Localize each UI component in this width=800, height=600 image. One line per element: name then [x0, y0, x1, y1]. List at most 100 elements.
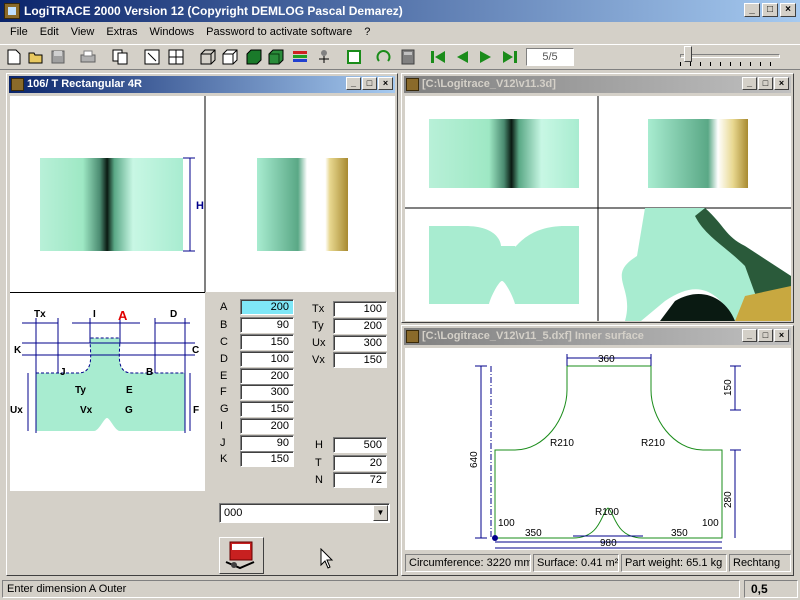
app-title-bar[interactable]: LogiTRACE 2000 Version 12 (Copyright DEM…	[0, 0, 800, 22]
generate-button[interactable]	[219, 537, 264, 574]
chevron-down-icon[interactable]: ▼	[373, 505, 388, 521]
param-label-e: E	[220, 370, 228, 382]
param-input-h[interactable]: 500	[333, 437, 387, 453]
copy-icon[interactable]	[110, 47, 130, 67]
dim-top: 360	[598, 354, 615, 365]
param-input-a[interactable]: 200	[240, 299, 294, 315]
param-label-h: H	[315, 439, 323, 451]
four-view-icon[interactable]	[166, 47, 186, 67]
param-input-f[interactable]: 300	[240, 384, 294, 400]
param-input-d[interactable]: 100	[240, 351, 294, 367]
zoom-slider[interactable]	[680, 46, 780, 66]
color-layers-icon[interactable]	[290, 47, 310, 67]
param-label-ux: Ux	[312, 337, 326, 349]
window-3d-close-button[interactable]: ×	[774, 77, 789, 90]
param-input-ux[interactable]: 300	[333, 335, 387, 351]
close-button[interactable]: ×	[780, 3, 796, 17]
window-dxf-titlebar[interactable]: [C:\Logitrace_V12\v11_5.dxf] Inner surfa…	[404, 328, 791, 345]
diagram-label-b: B	[146, 367, 153, 378]
window-3d-minimize-button[interactable]: _	[742, 77, 757, 90]
menu-edit[interactable]: Edit	[34, 26, 65, 38]
open-folder-icon[interactable]	[26, 47, 46, 67]
param-label-vx: Vx	[312, 354, 325, 366]
menu-extras[interactable]: Extras	[100, 26, 143, 38]
menu-view[interactable]: View	[65, 26, 101, 38]
param-label-g: G	[220, 403, 229, 415]
new-file-icon[interactable]	[4, 47, 24, 67]
window-dxf-maximize-button[interactable]: □	[758, 329, 773, 342]
param-input-vx[interactable]: 150	[333, 352, 387, 368]
window-maximize-button[interactable]: □	[362, 77, 377, 90]
param-input-tx[interactable]: 100	[333, 301, 387, 317]
param-label-ty: Ty	[312, 320, 324, 332]
window-3d-maximize-button[interactable]: □	[758, 77, 773, 90]
wireframe-box-icon[interactable]	[198, 47, 218, 67]
param-input-k[interactable]: 150	[240, 451, 294, 467]
dim-label-h: H	[196, 200, 204, 212]
calculator-icon[interactable]	[398, 47, 418, 67]
param-input-e[interactable]: 200	[240, 368, 294, 384]
shaded-box-icon[interactable]	[244, 47, 264, 67]
maximize-button[interactable]: □	[762, 3, 778, 17]
window-icon	[406, 330, 419, 343]
mouse-cursor-icon	[320, 548, 334, 569]
dim-height: 640	[469, 451, 480, 468]
print-icon[interactable]	[78, 47, 98, 67]
param-input-b[interactable]: 90	[240, 317, 294, 333]
weight-status: Part weight: 65.1 kg	[621, 554, 727, 572]
window-dxf-minimize-button[interactable]: _	[742, 329, 757, 342]
save-icon[interactable]	[48, 47, 68, 67]
param-input-c[interactable]: 150	[240, 334, 294, 350]
window-minimize-button[interactable]: _	[346, 77, 361, 90]
minimize-button[interactable]: _	[744, 3, 760, 17]
diagram-label-tx: Tx	[34, 309, 46, 320]
window-3d-titlebar[interactable]: [C:\Logitrace_V12\v11.3d] _ □ ×	[404, 76, 791, 93]
diagram-label-c: C	[192, 345, 199, 356]
side-views-canvas[interactable]: H	[10, 96, 395, 292]
dxf-canvas[interactable]: 360 150 640 R210 R210 280 R100 100 350 3…	[405, 348, 791, 550]
last-page-icon[interactable]	[500, 47, 520, 67]
3d-view-canvas[interactable]	[405, 96, 791, 321]
preset-combo[interactable]: 000 ▼	[219, 503, 390, 523]
unfold-icon[interactable]	[344, 47, 364, 67]
tree-icon[interactable]	[314, 47, 334, 67]
window-3d-title: [C:\Logitrace_V12\v11.3d]	[422, 78, 556, 90]
param-label-j: J	[220, 437, 226, 449]
menu-file[interactable]: File	[4, 26, 34, 38]
solid-box-icon[interactable]	[266, 47, 286, 67]
next-page-icon[interactable]	[476, 47, 496, 67]
menu-password[interactable]: Password to activate software	[200, 26, 358, 38]
app-icon[interactable]	[4, 3, 20, 19]
param-input-ty[interactable]: 200	[333, 318, 387, 334]
dim-radius-left: R210	[550, 438, 574, 449]
3d-top-view	[429, 226, 579, 304]
param-input-i[interactable]: 200	[240, 418, 294, 434]
first-page-icon[interactable]	[428, 47, 448, 67]
param-input-n[interactable]: 72	[333, 472, 387, 488]
diagram-label-k: K	[14, 345, 22, 356]
single-view-icon[interactable]	[142, 47, 162, 67]
3d-front-view	[429, 119, 579, 188]
hidden-line-box-icon[interactable]	[220, 47, 240, 67]
status-value: 0,5	[744, 580, 798, 598]
rotate-icon[interactable]	[374, 47, 394, 67]
window-parameters-titlebar[interactable]: 106/ T Rectangular 4R _ □ ×	[9, 76, 395, 93]
menu-windows[interactable]: Windows	[144, 26, 201, 38]
dim-right-mid: 280	[723, 491, 734, 508]
window-close-button[interactable]: ×	[378, 77, 393, 90]
dim-bottom: 980	[600, 538, 617, 549]
param-input-g[interactable]: 150	[240, 401, 294, 417]
window-dxf-close-button[interactable]: ×	[774, 329, 789, 342]
param-label-c: C	[220, 336, 228, 348]
page-counter[interactable]: 5/5	[526, 48, 574, 66]
menu-help[interactable]: ?	[358, 26, 376, 38]
dim-right-350: 350	[671, 528, 688, 539]
diagram-label-d: D	[170, 309, 177, 320]
param-input-t[interactable]: 20	[333, 455, 387, 471]
circumference-status: Circumference: 3220 mm	[405, 554, 531, 572]
zoom-slider-thumb[interactable]	[684, 46, 692, 62]
param-input-j[interactable]: 90	[240, 435, 294, 451]
previous-page-icon[interactable]	[452, 47, 472, 67]
diagram-label-j: J	[60, 367, 66, 378]
window-dxf-view: [C:\Logitrace_V12\v11_5.dxf] Inner surfa…	[401, 325, 794, 576]
